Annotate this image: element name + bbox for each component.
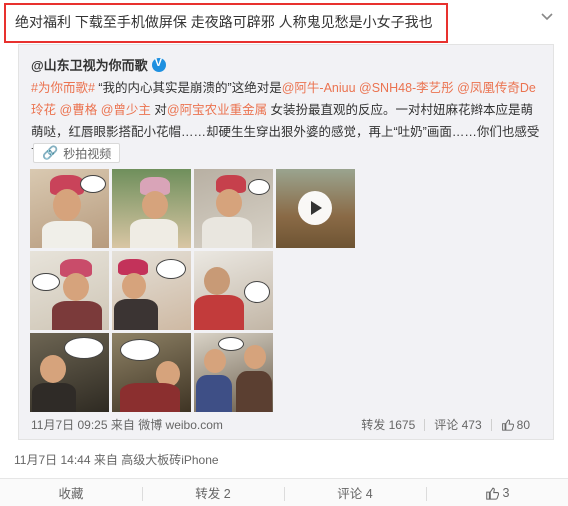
- post-text: 绝对福利 下载至手机做屏保 走夜路可辟邪 人称鬼见愁是小女子我也: [15, 14, 433, 30]
- comment-label: 评论 4: [337, 487, 373, 501]
- post-timestamp[interactable]: 11月7日 14:44: [14, 453, 91, 467]
- photo-thumbnail[interactable]: [112, 169, 191, 248]
- repost-count-link[interactable]: 转发 1675: [352, 416, 424, 433]
- photo-thumbnail[interactable]: [194, 251, 273, 330]
- mention-link[interactable]: @阿宝农业重金属: [167, 103, 267, 117]
- mention-link[interactable]: @阿牛-Aniuu: [282, 81, 356, 95]
- repost-author[interactable]: @山东卫视为你而歌: [31, 55, 166, 74]
- photo-thumbnail[interactable]: [194, 333, 273, 412]
- repost-meta: 11月7日 09:25 来自 微博 weibo.com: [31, 416, 223, 433]
- video-thumbnail[interactable]: [276, 169, 355, 248]
- video-link-button[interactable]: 🔗 秒拍视频: [33, 143, 121, 163]
- photo-thumbnail[interactable]: [194, 169, 273, 248]
- highlighted-post-text: 绝对福利 下载至手机做屏保 走夜路可辟邪 人称鬼见愁是小女子我也: [4, 3, 448, 43]
- link-icon: 🔗: [42, 145, 59, 160]
- like-count-link[interactable]: 80: [492, 418, 539, 432]
- verified-icon: [151, 57, 166, 72]
- thumbs-up-icon: [485, 487, 499, 500]
- post-meta: 11月7日 14:44 来自 高级大板砖iPhone: [14, 451, 219, 468]
- favorite-label: 收藏: [58, 487, 84, 501]
- photo-thumbnail[interactable]: [30, 251, 109, 330]
- thumbs-up-icon: [501, 419, 514, 431]
- mention-link[interactable]: @曾少主: [101, 103, 151, 117]
- video-link-label: 秒拍视频: [63, 146, 112, 161]
- repost-timestamp[interactable]: 11月7日 09:25: [31, 418, 108, 432]
- repost-stats: 转发 1675 评论 473 80: [352, 416, 539, 433]
- photo-thumbnail[interactable]: [112, 251, 191, 330]
- repost-text-segment: “我的内心其实是崩溃的”这绝对是: [94, 81, 282, 95]
- post-source[interactable]: 高级大板砖iPhone: [121, 453, 218, 467]
- reposted-post: @山东卫视为你而歌 #为你而歌# “我的内心其实是崩溃的”这绝对是@阿牛-Ani…: [18, 44, 554, 440]
- repost-text-segment: 对: [150, 103, 167, 117]
- image-grid: [30, 169, 355, 412]
- photo-thumbnail[interactable]: [30, 333, 109, 412]
- mention-link[interactable]: @SNH48-李艺彤: [359, 81, 454, 95]
- action-bar: 收藏 转发 2 评论 4 3: [0, 478, 568, 506]
- comment-count-link[interactable]: 评论 473: [425, 416, 490, 433]
- photo-thumbnail[interactable]: [112, 333, 191, 412]
- like-label: 3: [502, 485, 510, 500]
- repost-label: 转发 2: [195, 487, 231, 501]
- source-prefix: 来自: [93, 453, 118, 467]
- comment-button[interactable]: 评论 4: [284, 479, 426, 506]
- repost-button[interactable]: 转发 2: [142, 479, 284, 506]
- chevron-down-icon[interactable]: [540, 9, 554, 23]
- mention-link[interactable]: @曹格: [60, 103, 98, 117]
- like-button[interactable]: 3: [426, 479, 568, 506]
- empty-slot: [276, 251, 355, 330]
- play-icon[interactable]: [298, 191, 332, 225]
- favorite-button[interactable]: 收藏: [0, 479, 142, 506]
- like-count: 80: [516, 417, 530, 432]
- repost-source[interactable]: 微博 weibo.com: [138, 418, 223, 432]
- photo-thumbnail[interactable]: [30, 169, 109, 248]
- repost-author-name[interactable]: @山东卫视为你而歌: [31, 55, 148, 74]
- source-prefix: 来自: [110, 418, 135, 432]
- hashtag-link[interactable]: #为你而歌#: [31, 81, 95, 95]
